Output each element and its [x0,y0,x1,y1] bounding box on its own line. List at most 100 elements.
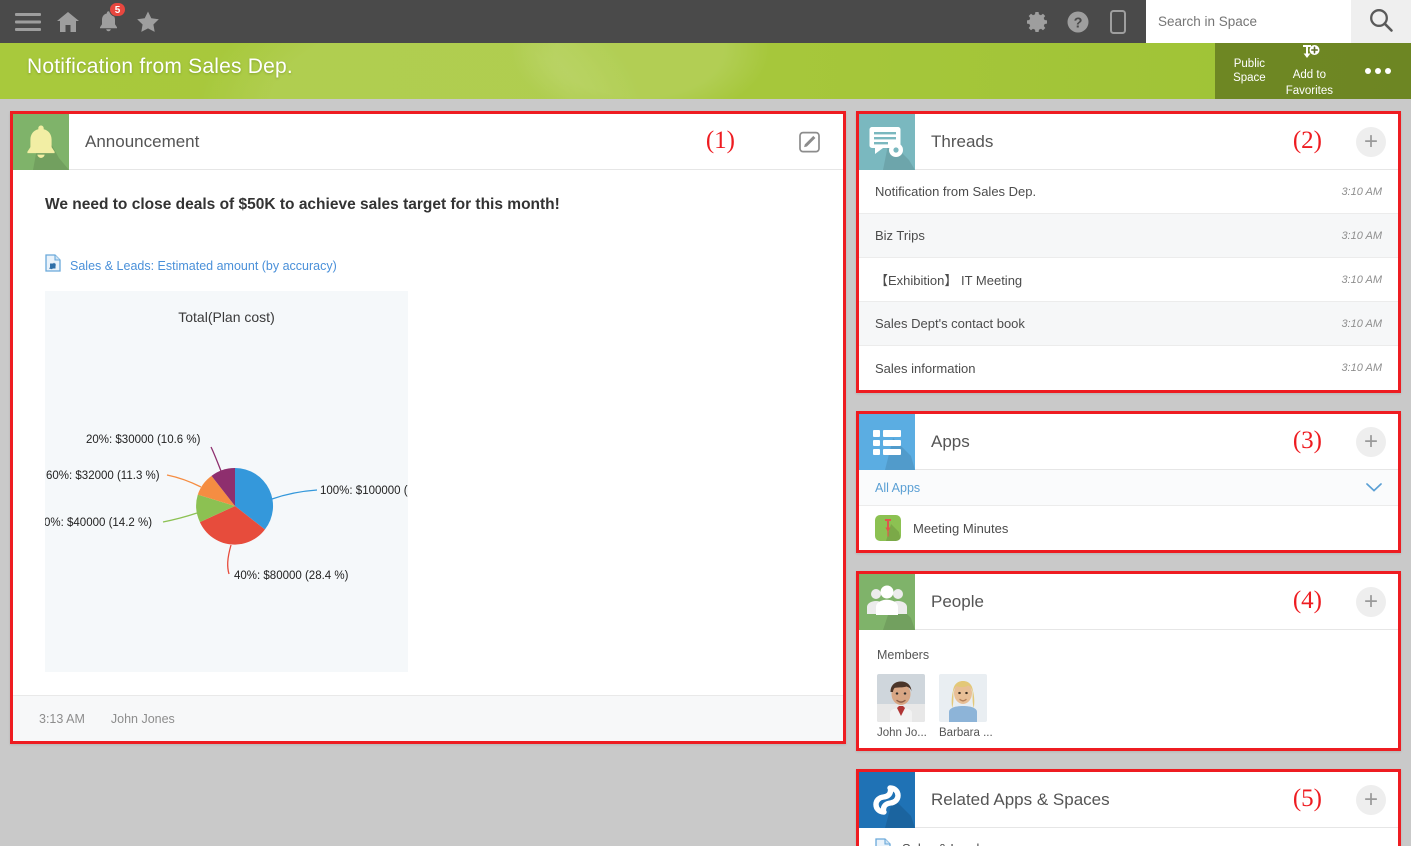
notifications-bell-icon[interactable]: 5 [88,0,128,43]
people-panel: People (4) + Members [856,571,1401,751]
avatar[interactable]: Barbara ... [939,674,987,739]
space-more-menu-button[interactable] [1343,68,1407,74]
search-input[interactable] [1146,0,1351,43]
pie-label-3: 60%: $32000 (11.3 %) [46,470,160,482]
add-related-button[interactable]: + [1356,785,1386,815]
public-space-line2: Space [1233,71,1266,85]
thread-time: 3:10 AM [1341,230,1382,242]
all-apps-label: All Apps [875,481,920,495]
chat-bubbles-icon [859,114,915,170]
panel-title: People [931,592,984,612]
list-item[interactable]: Sales information 3:10 AM [859,346,1398,390]
chevron-down-icon [1366,481,1382,495]
pie-label-4: 20%: $30000 (10.6 %) [86,434,201,446]
link-chain-icon [859,772,915,828]
top-navigation-bar: 5 ? [0,0,1411,43]
main-content: Announcement (1) We need to close deals … [0,99,1411,846]
space-action-group: Public Space Add to Favorites [1215,43,1411,99]
mobile-device-icon[interactable] [1098,0,1138,43]
annotation-marker-3: (3) [1293,427,1322,455]
home-icon[interactable] [48,0,88,43]
add-to-favorites-button[interactable]: Add to Favorites [1276,44,1343,98]
people-body: Members [859,630,1398,748]
space-header-bar: Notification from Sales Dep. Public Spac… [0,43,1411,99]
search-area [1146,0,1411,43]
list-item[interactable]: Meeting Minutes [859,506,1398,550]
panel-title: Apps [931,432,970,452]
related-header: Related Apps & Spaces (5) + [859,772,1398,828]
list-item[interactable]: Biz Trips 3:10 AM [859,214,1398,258]
edit-pencil-icon[interactable] [799,131,821,153]
search-icon [1368,7,1394,36]
thread-time: 3:10 AM [1341,362,1382,374]
favorites-star-icon[interactable] [128,0,168,43]
list-item[interactable]: Sales Dept's contact book 3:10 AM [859,302,1398,346]
panel-title: Threads [931,132,993,152]
annotation-marker-2: (2) [1293,127,1322,155]
list-item[interactable]: 【Exhibition】 IT Meeting 3:10 AM [859,258,1398,302]
announcement-panel: Announcement (1) We need to close deals … [10,111,846,744]
thread-time: 3:10 AM [1341,186,1382,198]
member-name: Barbara ... [939,727,987,739]
dot-2 [1375,68,1381,74]
annotation-marker-4: (4) [1293,587,1322,615]
pie-label-1: 40%: $80000 (28.4 %) [234,570,349,582]
panel-title: Announcement [85,132,199,152]
member-name: John Jo... [877,727,925,739]
add-to-favorites-line2: Favorites [1286,84,1333,98]
announcement-header: Announcement (1) [13,114,843,170]
apps-panel: Apps (3) + All Apps [856,411,1401,553]
add-to-favorites-line1: Add to [1293,68,1326,82]
pin-icon [875,515,901,541]
app-file-icon [875,838,891,846]
app-file-icon [45,254,61,277]
help-question-icon[interactable]: ? [1058,0,1098,43]
attachment-label[interactable]: Sales & Leads: Estimated amount (by accu… [70,259,337,273]
add-thread-button[interactable]: + [1356,127,1386,157]
pie-chart-svg: 100%: $100000 (35.5 40%: $80000 (28.4 %)… [45,291,408,672]
hamburger-menu-icon[interactable] [8,0,48,43]
announcement-body: We need to close deals of $50K to achiev… [13,170,843,710]
annotation-marker-1: (1) [706,127,735,155]
dot-3 [1385,68,1391,74]
announcement-headline: We need to close deals of $50K to achiev… [45,196,813,214]
members-label: Members [877,648,1382,662]
avatar[interactable]: John Jo... [877,674,925,739]
app-root: 5 ? [0,0,1411,846]
people-header: People (4) + [859,574,1398,630]
public-space-line1: Public [1233,57,1266,71]
settings-gear-icon[interactable] [1018,0,1058,43]
pie-chart: Total(Plan cost) [45,291,408,672]
threads-list: Notification from Sales Dep. 3:10 AM Biz… [859,170,1398,390]
right-column: Threads (2) + Notification from Sales De… [856,111,1401,846]
notification-badge: 5 [109,2,126,17]
public-space-label[interactable]: Public Space [1223,57,1276,85]
avatar-female [939,674,987,722]
threads-panel: Threads (2) + Notification from Sales De… [856,111,1401,393]
thread-label: Biz Trips [875,228,925,243]
thread-label: Notification from Sales Dep. [875,184,1036,199]
list-item[interactable]: Notification from Sales Dep. 3:10 AM [859,170,1398,214]
people-group-icon [859,574,915,630]
add-app-button[interactable]: + [1356,427,1386,457]
thread-label: Sales information [875,361,975,376]
thread-time: 3:10 AM [1341,274,1382,286]
thread-time: 3:10 AM [1341,318,1382,330]
related-label: Sales & Leads [902,841,986,846]
thread-label: 【Exhibition】 IT Meeting [875,270,1022,289]
announcement-author: John Jones [111,712,175,726]
bell-icon [13,114,69,170]
top-bar-right-group: ? [1018,0,1411,43]
add-person-button[interactable]: + [1356,587,1386,617]
announcement-footer: 3:13 AM John Jones [13,695,843,741]
annotation-marker-5: (5) [1293,785,1322,813]
list-item[interactable]: Sales & Leads [859,828,1398,846]
members-avatars: John Jo... [877,674,1382,739]
pie-label-0: 100%: $100000 (35.5 [320,485,408,497]
announcement-attachment[interactable]: Sales & Leads: Estimated amount (by accu… [45,254,813,277]
avatar-male [877,674,925,722]
related-apps-panel: Related Apps & Spaces (5) + Sales & Lead… [856,769,1401,846]
all-apps-filter[interactable]: All Apps [859,470,1398,506]
search-button[interactable] [1351,0,1411,43]
svg-text:?: ? [1074,15,1083,31]
